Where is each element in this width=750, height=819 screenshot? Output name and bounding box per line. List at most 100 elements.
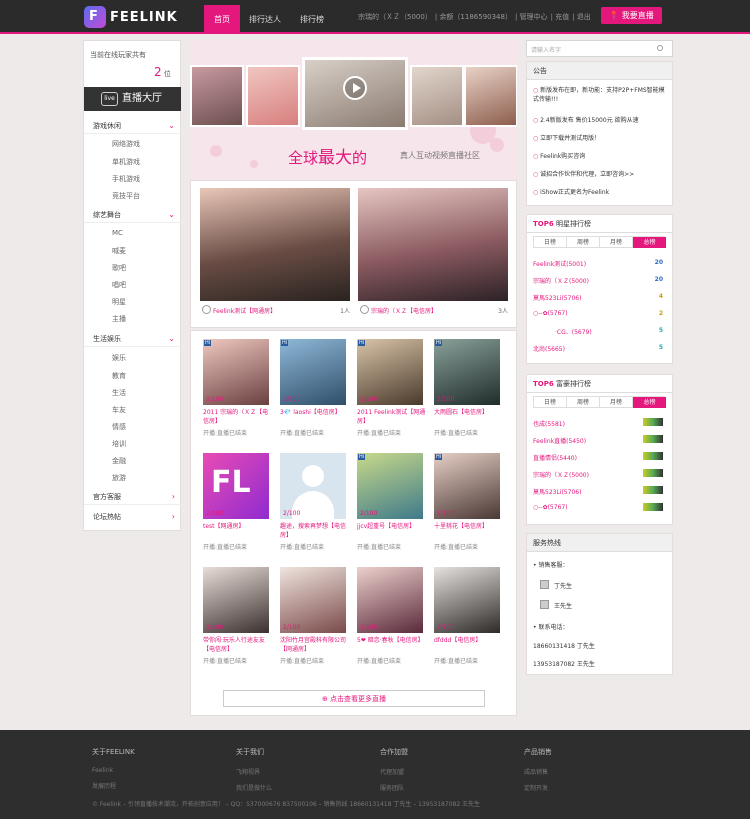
subcategory-item[interactable]: 唱吧: [112, 280, 126, 290]
room-thumbnail[interactable]: 2/100: [434, 567, 500, 633]
category-games[interactable]: 游戏休闲 ⌄: [84, 118, 181, 134]
recharge-link[interactable]: 充值: [555, 13, 569, 21]
tab-monthly[interactable]: 月榜: [600, 397, 633, 408]
nav-talent[interactable]: 排行达人: [244, 5, 286, 34]
footer-link[interactable]: 飞翔视界: [236, 767, 272, 776]
rank-row[interactable]: 也成(5581): [533, 418, 663, 428]
tab-daily[interactable]: 日榜: [534, 237, 567, 248]
subcategory-item[interactable]: 情感: [112, 422, 126, 432]
rank-row[interactable]: 直播情侣(5440): [533, 452, 663, 462]
room-thumbnail[interactable]: Hi 2/100: [357, 453, 423, 519]
tab-weekly[interactable]: 周榜: [567, 397, 600, 408]
play-icon[interactable]: [343, 76, 367, 100]
go-live-button[interactable]: 📍 我要直播: [601, 7, 662, 24]
category-support[interactable]: 官方客服 ›: [84, 489, 181, 505]
rank-row[interactable]: 莫馬523Li(5706): [533, 486, 663, 496]
notice-item[interactable]: iShow正式更名为Feelink: [533, 188, 667, 197]
subcategory-item[interactable]: 车友: [112, 405, 126, 415]
rank-row[interactable]: 宗瑞的（ＸＺ(5000) 20: [533, 276, 663, 285]
balance-link[interactable]: 余额（1186590348）: [439, 13, 512, 21]
category-forum[interactable]: 论坛热帖 ›: [84, 509, 181, 525]
banner-photo[interactable]: [190, 65, 244, 127]
banner-photo[interactable]: [246, 65, 300, 127]
featured-title[interactable]: 宗瑞的（ＸＺ【电信房】: [371, 308, 437, 315]
room-name[interactable]: 3💎 laoshi【电信房】: [280, 408, 350, 417]
room-tile[interactable]: 2/100 带你闯·玩乐人行途友友【电信房】 开播:直播已结束: [203, 567, 269, 687]
search-input[interactable]: 请输入名字: [526, 40, 673, 57]
subcategory-item[interactable]: 主播: [112, 314, 126, 324]
tab-total[interactable]: 总榜: [633, 237, 666, 248]
subcategory-item[interactable]: 手机游戏: [112, 174, 140, 184]
room-thumbnail[interactable]: Hi 1/100: [434, 453, 500, 519]
room-thumbnail[interactable]: FL 2/100: [203, 453, 269, 519]
room-tile[interactable]: Hi 2/100 3💎 laoshi【电信房】 开播:直播已结束: [280, 339, 346, 459]
room-thumbnail[interactable]: 2/100: [357, 567, 423, 633]
room-tile[interactable]: Hi 1/100 大雨圆石【电信房】 开播:直播已结束: [434, 339, 500, 459]
footer-link[interactable]: Feelink: [92, 767, 135, 774]
room-thumbnail[interactable]: Hi 2/100: [357, 339, 423, 405]
room-thumbnail[interactable]: Hi 1/100: [434, 339, 500, 405]
subcategory-item[interactable]: 生活: [112, 388, 126, 398]
subcategory-item[interactable]: MC: [112, 229, 123, 237]
qq-icon[interactable]: [540, 580, 549, 589]
subcategory-item[interactable]: 培训: [112, 439, 126, 449]
room-tile[interactable]: Hi 1/100 十里桃花【电信房】 开播:直播已结束: [434, 453, 500, 573]
room-tile[interactable]: FL 2/100 test【网通房】 开播:直播已结束: [203, 453, 269, 573]
subcategory-item[interactable]: 旅游: [112, 473, 126, 483]
rank-row[interactable]: 北尚(5665) 5: [533, 344, 663, 353]
footer-link[interactable]: 服务团队: [380, 783, 408, 792]
tab-daily[interactable]: 日榜: [534, 397, 567, 408]
notice-item[interactable]: 新版发布在即，新功能：支持P2P+FMS智能模式传输!!!: [533, 86, 667, 104]
footer-link[interactable]: 代理加盟: [380, 767, 408, 776]
subcategory-item[interactable]: 金融: [112, 456, 126, 466]
featured-title[interactable]: Feelink测试【网通房】: [213, 308, 276, 315]
tab-monthly[interactable]: 月榜: [600, 237, 633, 248]
featured-card[interactable]: 宗瑞的（ＸＺ【电信房】 3人: [358, 188, 508, 319]
rank-row[interactable]: Feelink直播(5450): [533, 435, 663, 445]
live-hall-header[interactable]: live 直播大厅: [84, 87, 181, 111]
room-tile[interactable]: 2/100 5❤ 暗恋·春秋【电信房】 开播:直播已结束: [357, 567, 424, 687]
room-thumbnail[interactable]: 2/100: [280, 567, 346, 633]
room-name[interactable]: jjcv超重号【电信房】: [357, 522, 427, 531]
room-tile[interactable]: 2/100 沈阳竹月宫殿科有限公司【网通房】 开播:直播已结束: [280, 567, 346, 687]
room-name[interactable]: 带你闯·玩乐人行途友友【电信房】: [203, 636, 273, 654]
subcategory-item[interactable]: 娱乐: [112, 353, 126, 363]
subcategory-item[interactable]: 网络游戏: [112, 139, 140, 149]
notice-item[interactable]: Feelink购买咨询: [533, 152, 667, 161]
category-variety[interactable]: 综艺舞台 ⌄: [84, 207, 181, 223]
tab-weekly[interactable]: 周榜: [567, 237, 600, 248]
room-tile[interactable]: 2/100 dfddd【电信房】 开播:直播已结束: [434, 567, 500, 687]
agent-name[interactable]: 丁先生: [554, 581, 572, 590]
subcategory-item[interactable]: 教育: [112, 371, 126, 381]
subcategory-item[interactable]: 歌吧: [112, 263, 126, 273]
footer-link[interactable]: 发展历程: [92, 781, 135, 790]
banner-photo[interactable]: [464, 65, 517, 127]
room-tile[interactable]: Hi 2/100 2011 宗瑞的（ＸＺ【电信房】 开播:直播已结束: [203, 339, 269, 459]
room-tile[interactable]: 2/100 趣途，搜索再梦想【电信房】 开播:直播已结束: [280, 453, 346, 573]
notice-item[interactable]: 立即下载并测试用版！: [533, 134, 667, 143]
room-name[interactable]: 趣途，搜索再梦想【电信房】: [280, 522, 350, 540]
notice-item[interactable]: 2.4新版发布 售价15000元 欲购从速: [533, 116, 667, 125]
agent-name[interactable]: 王先生: [554, 601, 572, 610]
featured-thumbnail[interactable]: [200, 188, 350, 301]
subcategory-item[interactable]: 竞技平台: [112, 191, 140, 201]
tab-total[interactable]: 总榜: [633, 397, 666, 408]
rank-row[interactable]: 宗瑞的（ＸＺ(5000): [533, 469, 663, 479]
room-tile[interactable]: Hi 2/100 jjcv超重号【电信房】 开播:直播已结束: [357, 453, 423, 573]
room-name[interactable]: 2011 Feelink测试【网通房】: [357, 408, 427, 426]
room-thumbnail[interactable]: 2/100: [280, 453, 346, 519]
room-name[interactable]: 2011 宗瑞的（ＸＺ【电信房】: [203, 408, 273, 426]
banner-photo[interactable]: [410, 65, 464, 127]
rank-row[interactable]: ○--✿(5767) 2: [533, 310, 663, 317]
load-more-button[interactable]: ⊕ 点击查看更多直播: [223, 690, 485, 707]
room-thumbnail[interactable]: Hi 2/100: [280, 339, 346, 405]
room-name[interactable]: test【网通房】: [203, 522, 273, 531]
room-tile[interactable]: Hi 2/100 2011 Feelink测试【网通房】 开播:直播已结束: [357, 339, 425, 459]
footer-link[interactable]: 我们是做什么: [236, 783, 272, 792]
room-thumbnail[interactable]: 2/100: [203, 567, 269, 633]
nav-ranking[interactable]: 排行榜: [294, 5, 330, 34]
footer-link[interactable]: 成品销售: [524, 767, 552, 776]
subcategory-item[interactable]: 明星: [112, 297, 126, 307]
subcategory-item[interactable]: 单机游戏: [112, 157, 140, 167]
room-name[interactable]: 沈阳竹月宫殿科有限公司【网通房】: [280, 636, 350, 654]
